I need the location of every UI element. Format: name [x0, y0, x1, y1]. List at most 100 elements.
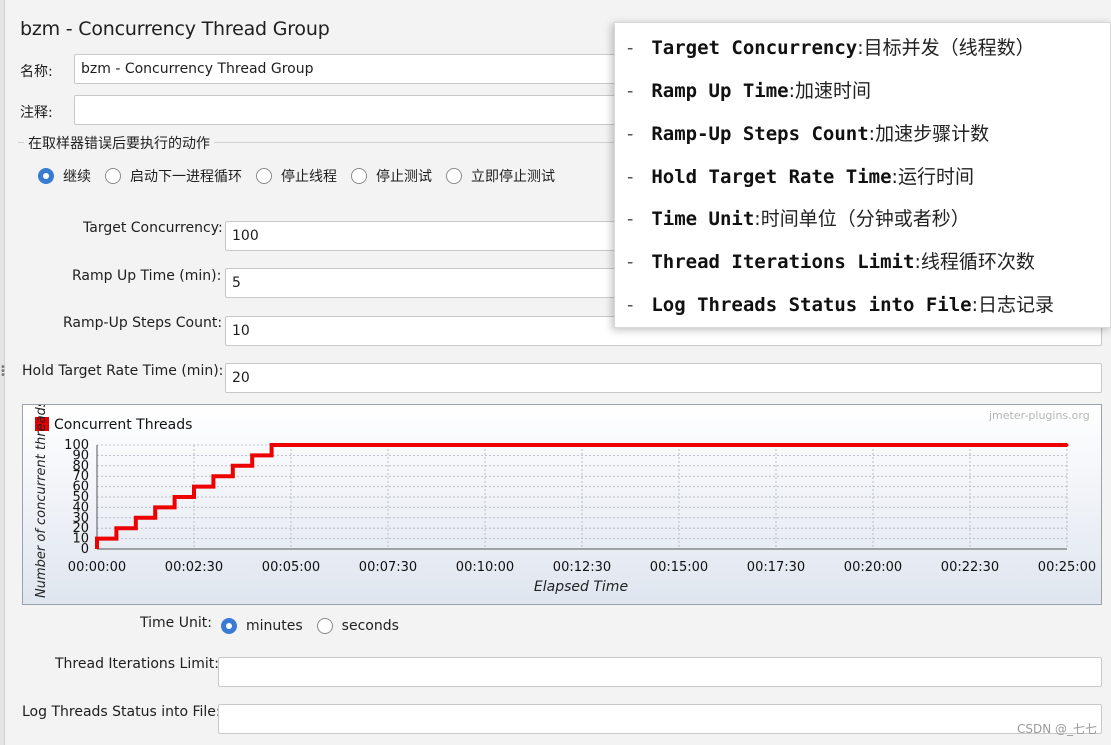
overlay-dash: - [627, 295, 634, 316]
radio-icon[interactable] [105, 168, 121, 184]
y-tick-label: 100 [64, 438, 89, 453]
hold-time-field[interactable]: 20 [225, 363, 1102, 393]
x-tick-label: 00:20:00 [844, 560, 902, 575]
overlay-dash: - [627, 81, 634, 102]
x-tick-label: 00:12:30 [553, 560, 611, 575]
radio-start-next-loop[interactable]: 启动下一进程循环 [105, 166, 242, 186]
radio-stop-thread[interactable]: 停止线程 [256, 166, 337, 186]
overlay-item: - Ramp Up Time:加速时间 [627, 76, 871, 103]
x-tick-label: 00:25:00 [1038, 560, 1096, 575]
series-point [192, 485, 196, 489]
x-tick-label: 00:22:30 [941, 560, 999, 575]
x-tick-label: 00:05:00 [262, 560, 320, 575]
ramp-up-steps-label: Ramp-Up Steps Count: [63, 315, 223, 331]
overlay-key: Thread Iterations Limit [651, 251, 915, 273]
overlay-item: - Ramp-Up Steps Count:加速步骤计数 [627, 119, 989, 146]
chart-grid [96, 444, 1068, 550]
radio-icon[interactable] [256, 168, 272, 184]
series-point [211, 474, 215, 478]
radio-continue[interactable]: 继续 [38, 166, 91, 186]
sampler-error-legend: 在取样器错误后要执行的动作 [24, 133, 214, 153]
chart-svg: jmeter-plugins.org Concurrent Threads Nu… [34, 405, 1096, 598]
radio-label: 继续 [63, 169, 91, 185]
x-tick-label: 00:02:30 [165, 560, 223, 575]
hold-time-label: Hold Target Rate Time (min): [22, 363, 224, 379]
x-ticks: 00:00:00 00:02:30 00:05:00 00:07:30 00:10:00… [68, 560, 1096, 575]
series-point [270, 443, 274, 447]
target-concurrency-label: Target Concurrency: [83, 220, 223, 236]
overlay-value: 加速时间 [795, 80, 872, 102]
radio-icon[interactable] [351, 168, 367, 184]
overlay-value: 目标并发（线程数） [863, 37, 1035, 59]
overlay-key: Ramp-Up Steps Count [651, 123, 869, 145]
overlay-dash: - [627, 167, 634, 188]
overlay-item: - Hold Target Rate Time:运行时间 [627, 162, 974, 189]
concurrency-chart: jmeter-plugins.org Concurrent Threads Nu… [22, 404, 1102, 605]
radio-minutes[interactable]: minutes [221, 618, 303, 634]
radio-icon[interactable] [446, 168, 462, 184]
x-tick-label: 00:17:30 [747, 560, 805, 575]
series-point [95, 537, 99, 541]
x-tick-label: 00:15:00 [650, 560, 708, 575]
radio-seconds[interactable]: seconds [316, 618, 399, 634]
series-point [134, 516, 138, 520]
name-label: 名称: [20, 64, 53, 80]
annotation-overlay: - Target Concurrency:目标并发（线程数） - Ramp Up T… [614, 22, 1111, 328]
overlay-dash: - [627, 124, 634, 145]
page-title: bzm - Concurrency Thread Group [20, 18, 330, 40]
radio-selected-icon[interactable] [221, 618, 237, 634]
x-tick-label: 00:10:00 [456, 560, 514, 575]
radio-stop-test[interactable]: 停止测试 [351, 166, 432, 186]
radio-label: seconds [341, 618, 399, 634]
series-point [173, 495, 177, 499]
series-point [153, 505, 157, 509]
iterations-field[interactable] [218, 657, 1102, 687]
series-point [231, 464, 235, 468]
overlay-item: - Log Threads Status into File:日志记录 [627, 290, 1054, 317]
series-point [114, 526, 118, 530]
log-threads-field[interactable] [218, 704, 1102, 734]
overlay-key: Hold Target Rate Time [651, 166, 892, 188]
radio-selected-icon[interactable] [38, 168, 54, 184]
overlay-dash: - [627, 38, 634, 59]
splitter-grip-icon[interactable]: • • • [0, 363, 6, 381]
overlay-value: 运行时间 [897, 166, 974, 188]
overlay-value: 日志记录 [978, 294, 1055, 316]
overlay-dash: - [627, 209, 634, 230]
watermark: CSDN @_七七 [1016, 722, 1097, 736]
radio-label: minutes [246, 618, 303, 634]
overlay-item: - Thread Iterations Limit:线程循环次数 [627, 247, 1035, 274]
y-axis-label: Number of concurrent threads [34, 405, 49, 598]
overlay-item: - Time Unit:时间单位（分钟或者秒） [627, 204, 970, 231]
overlay-key: Time Unit [651, 208, 755, 230]
log-threads-label: Log Threads Status into File: [22, 704, 221, 720]
sampler-error-options: 继续 启动下一进程循环 停止线程 停止测试 立即停止测试 [38, 166, 569, 186]
ramp-up-time-label: Ramp Up Time (min): [72, 268, 222, 284]
x-axis-label: Elapsed Time [534, 579, 628, 595]
time-unit-label: Time Unit: [140, 615, 212, 631]
overlay-key: Log Threads Status into File [651, 294, 972, 316]
radio-label: 停止线程 [281, 169, 337, 185]
radio-label: 立即停止测试 [471, 169, 555, 185]
series-point [1065, 443, 1069, 447]
series-point [250, 453, 254, 457]
overlay-value: 线程循环次数 [920, 251, 1035, 273]
x-tick-label: 00:00:00 [68, 560, 126, 575]
chart-brand: jmeter-plugins.org [988, 409, 1090, 422]
y-ticks: 0102030405060708090100 [64, 438, 89, 557]
overlay-key: Target Concurrency [651, 37, 858, 59]
x-tick-label: 00:07:30 [359, 560, 417, 575]
overlay-value: 加速步骤计数 [875, 123, 990, 145]
comment-label: 注释: [20, 105, 53, 121]
iterations-label: Thread Iterations Limit: [55, 656, 219, 672]
overlay-key: Ramp Up Time [651, 80, 789, 102]
overlay-dash: - [627, 252, 634, 273]
overlay-item: - Target Concurrency:目标并发（线程数） [627, 33, 1035, 60]
radio-stop-test-now[interactable]: 立即停止测试 [446, 166, 555, 186]
radio-label: 启动下一进程循环 [130, 169, 242, 185]
radio-icon[interactable] [316, 618, 333, 634]
legend-label: Concurrent Threads [54, 417, 192, 433]
time-unit-options: minutes seconds [221, 618, 413, 634]
radio-label: 停止测试 [376, 169, 432, 185]
overlay-value: 时间单位（分钟或者秒） [760, 208, 970, 230]
